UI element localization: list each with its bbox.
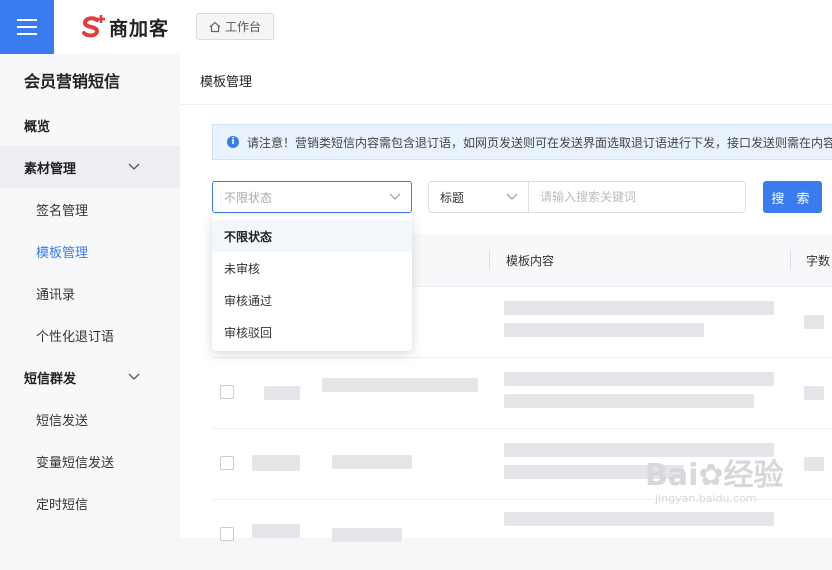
sidebar-item-label: 模板管理 (36, 245, 89, 261)
row-checkbox[interactable] (220, 527, 234, 541)
sidebar: 会员营销短信 概览 素材管理 签名管理 模板管理 通讯录 个性化退订语 短信群发… (0, 54, 180, 538)
obscured-cell (504, 301, 774, 315)
search-button[interactable]: 搜 索 (763, 181, 822, 213)
menu-toggle-button[interactable] (0, 0, 54, 54)
status-option-approved[interactable]: 审核通过 (212, 284, 412, 316)
obscured-cell (264, 386, 300, 400)
watermark-url: jingyan.baidu.com (655, 492, 757, 505)
obscured-cell (332, 528, 402, 542)
sidebar-title: 会员营销短信 (24, 72, 121, 91)
sidebar-item-overview[interactable]: 概览 (0, 104, 180, 146)
watermark-text: Bai (645, 458, 699, 493)
sidebar-item-label: 素材管理 (24, 161, 77, 177)
sidebar-item-scheduled-sms[interactable]: 定时短信 (0, 482, 180, 524)
sidebar-item-template-management[interactable]: 模板管理 (0, 230, 180, 272)
chevron-down-icon (389, 193, 401, 200)
brand-logo[interactable]: 商加客 (80, 12, 169, 42)
search-input[interactable] (528, 181, 746, 213)
hamburger-icon (17, 19, 37, 35)
info-icon: i (227, 136, 239, 148)
sidebar-item-label: 变量短信发送 (36, 455, 115, 471)
sidebar-item-contacts[interactable]: 通讯录 (0, 272, 180, 314)
page-title: 模板管理 (200, 75, 253, 90)
chevron-down-icon (128, 373, 140, 380)
obscured-cell (332, 455, 412, 469)
sidebar-item-label: 短信发送 (36, 413, 89, 429)
status-select[interactable]: 不限状态 (212, 181, 412, 213)
obscured-cell (804, 315, 824, 329)
row-checkbox[interactable] (220, 456, 234, 470)
sidebar-item-label: 定时短信 (36, 497, 89, 513)
obscured-cell (322, 378, 478, 392)
sidebar-item-bulk-sms[interactable]: 短信群发 (0, 356, 180, 398)
notice-text: 请注意！营销类短信内容需包含退订语，如网页发送则可在发送界面选取退订语进行下发，… (247, 135, 832, 150)
search-field-value: 标题 (440, 190, 465, 205)
notice-banner: i 请注意！营销类短信内容需包含退订语，如网页发送则可在发送界面选取退订语进行下… (212, 124, 832, 160)
sidebar-item-label: 短信群发 (24, 371, 77, 387)
obscured-cell (804, 386, 824, 400)
status-option-all[interactable]: 不限状态 (212, 220, 412, 252)
status-select-value: 不限状态 (224, 190, 273, 205)
chevron-down-icon (506, 193, 518, 200)
sidebar-item-signature-management[interactable]: 签名管理 (0, 188, 180, 230)
workbench-label: 工作台 (224, 20, 261, 34)
status-option-rejected[interactable]: 审核驳回 (212, 316, 412, 348)
table-row[interactable] (212, 358, 832, 429)
status-dropdown-menu: 不限状态 未审核 审核通过 审核驳回 (212, 214, 412, 351)
watermark: Bai✿经验 jingyan.baidu.com (645, 450, 825, 530)
brand-logo-icon (82, 15, 105, 38)
top-bar: 商加客 工作台 (0, 0, 832, 54)
sidebar-item-sms-send[interactable]: 短信发送 (0, 398, 180, 440)
sidebar-item-unsubscribe-text[interactable]: 个性化退订语 (0, 314, 180, 356)
sidebar-item-material-management[interactable]: 素材管理 (0, 146, 180, 188)
obscured-cell (504, 323, 704, 337)
sidebar-item-label: 签名管理 (36, 203, 89, 219)
sidebar-item-label: 概览 (24, 119, 51, 135)
obscured-cell (252, 524, 300, 538)
watermark-text-2: 经验 (723, 458, 784, 493)
sidebar-item-variable-sms-send[interactable]: 变量短信发送 (0, 440, 180, 482)
column-divider (489, 250, 490, 270)
column-header-template-content: 模板内容 (506, 254, 555, 268)
sidebar-item-label: 个性化退订语 (36, 329, 115, 345)
column-divider (790, 250, 791, 270)
brand-name: 商加客 (109, 17, 170, 40)
sidebar-item-label: 通讯录 (36, 287, 76, 303)
column-header-word-count: 字数 (806, 254, 831, 268)
row-checkbox[interactable] (220, 385, 234, 399)
obscured-cell (252, 455, 300, 471)
workbench-button[interactable]: 工作台 (196, 13, 274, 40)
search-field-select[interactable]: 标题 (428, 181, 528, 213)
home-icon (209, 21, 221, 32)
status-option-pending[interactable]: 未审核 (212, 252, 412, 284)
obscured-cell (504, 394, 754, 408)
chevron-down-icon (128, 163, 140, 170)
obscured-cell (504, 372, 774, 386)
paw-icon: ✿ (698, 458, 724, 493)
page-header: 模板管理 (180, 54, 832, 105)
